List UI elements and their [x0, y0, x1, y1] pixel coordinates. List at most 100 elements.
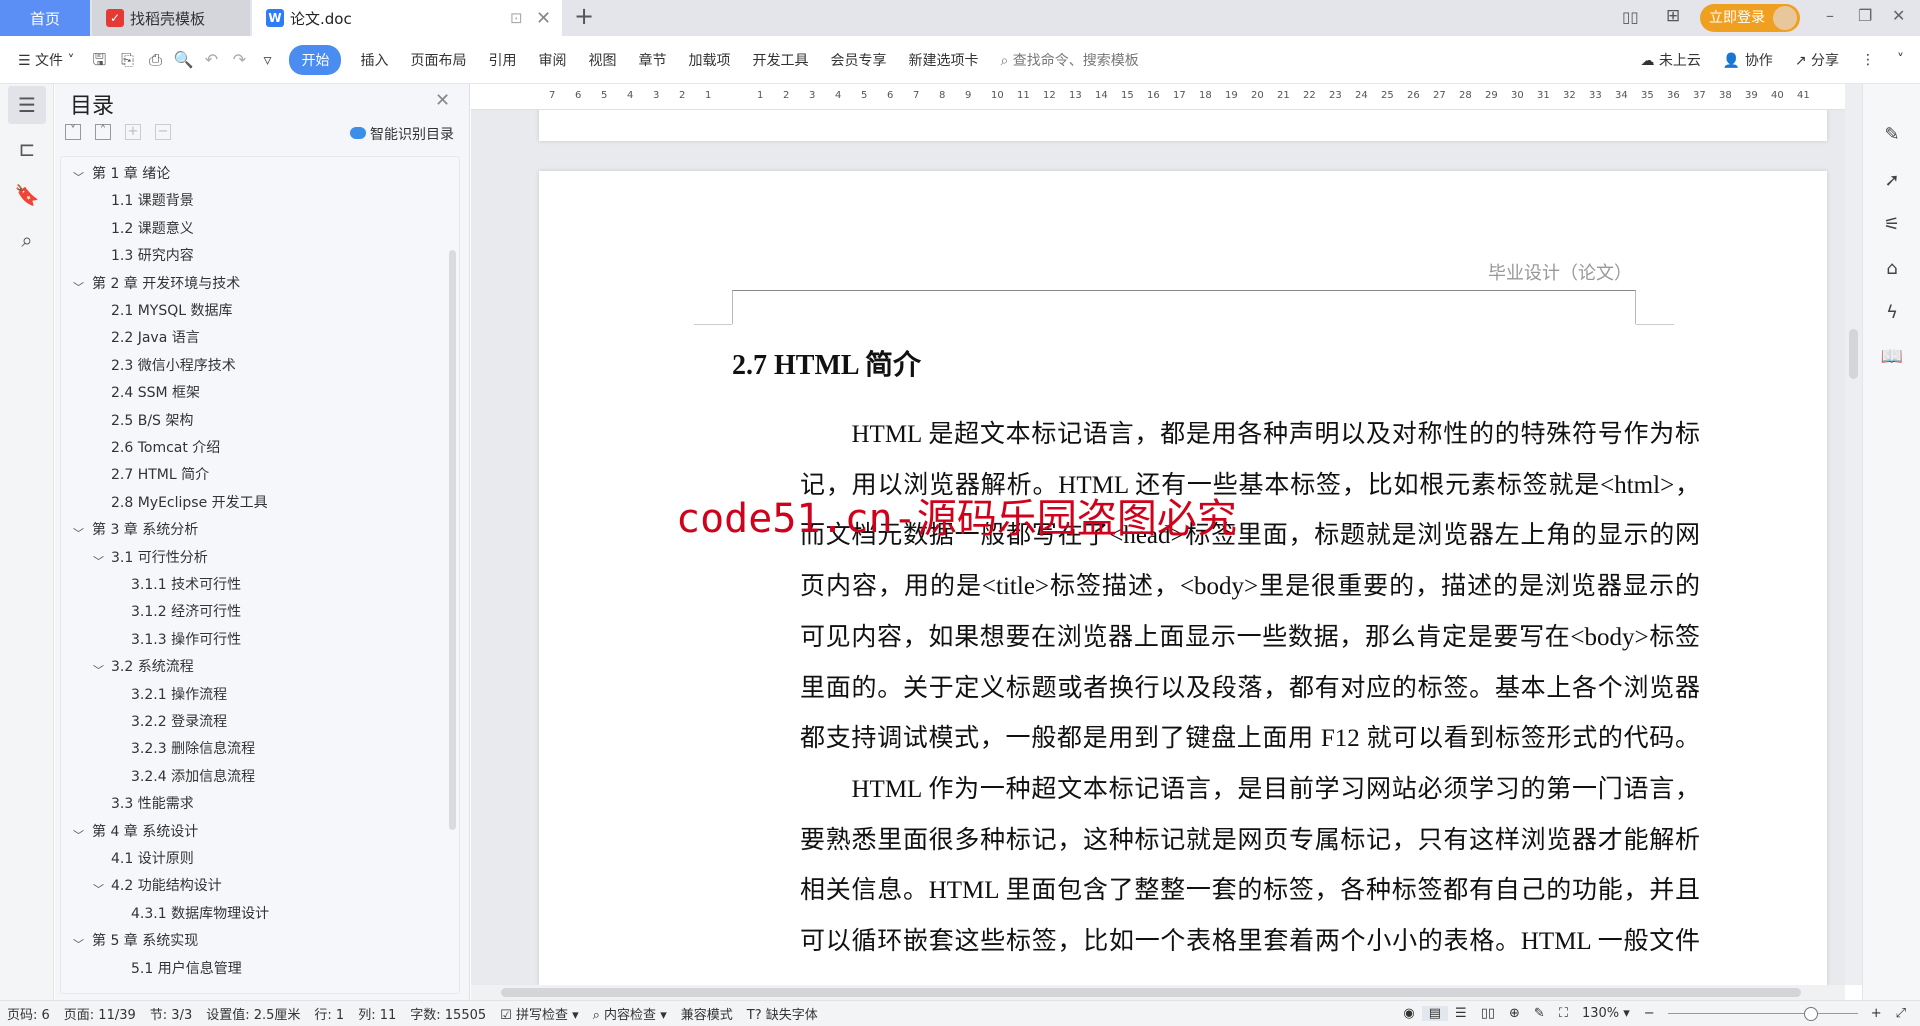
- search-icon[interactable]: ⌕: [8, 221, 46, 259]
- expand-all-icon[interactable]: ˅: [65, 124, 81, 140]
- tab-template[interactable]: ✓ 找稻壳模板: [92, 0, 250, 36]
- pen-icon[interactable]: ✎: [1880, 124, 1904, 148]
- tab-references[interactable]: 引用: [477, 50, 527, 70]
- more-icon[interactable]: ⋮: [1850, 52, 1886, 68]
- toc-item[interactable]: 3.1 可行性分析: [111, 545, 208, 572]
- print-icon[interactable]: ⎙: [145, 50, 165, 70]
- tab-insert[interactable]: 插入: [349, 50, 399, 70]
- minimize-button[interactable]: –: [1826, 6, 1834, 25]
- promote-icon[interactable]: +: [125, 124, 141, 140]
- missing-font-button[interactable]: T? 缺失字体: [740, 1004, 825, 1023]
- toc-item[interactable]: 2.8 MyEclipse 开发工具: [111, 490, 268, 517]
- redo-icon[interactable]: ↷: [229, 50, 249, 70]
- print-preview-icon[interactable]: 🔍: [173, 50, 194, 70]
- chevron-down-icon[interactable]: ﹀: [93, 553, 104, 569]
- close-window-button[interactable]: ✕: [1892, 6, 1905, 25]
- toc-item[interactable]: 2.6 Tomcat 介绍: [111, 435, 220, 462]
- tab-view[interactable]: 视图: [577, 50, 627, 70]
- eye-protection-icon[interactable]: ◉: [1396, 1006, 1421, 1021]
- write-view-icon[interactable]: ✎: [1527, 1006, 1552, 1021]
- vertical-scrollbar[interactable]: [1845, 84, 1862, 985]
- more-quick-icon[interactable]: ▿: [257, 50, 277, 70]
- reading-view-icon[interactable]: ▯▯: [1474, 1006, 1502, 1021]
- toc-item[interactable]: 第 1 章 绪论: [92, 161, 170, 188]
- save-icon[interactable]: 🖫: [89, 50, 109, 70]
- lightning-icon[interactable]: ϟ: [1880, 302, 1904, 326]
- tab-home[interactable]: 首页: [0, 0, 90, 36]
- toc-item[interactable]: 1.2 课题意义: [111, 216, 194, 243]
- toc-item[interactable]: 3.3 性能需求: [111, 791, 194, 818]
- store-icon[interactable]: ⌂: [1880, 258, 1904, 282]
- chevron-down-icon[interactable]: ﹀: [93, 662, 104, 678]
- layout-icon[interactable]: ▯▯: [1622, 8, 1639, 26]
- bookmark-icon[interactable]: 🔖: [8, 176, 46, 214]
- navigation-icon[interactable]: ⊏: [8, 130, 46, 168]
- tab-addins[interactable]: 加载项: [677, 50, 741, 70]
- tab-new-tab[interactable]: 新建选项卡: [897, 50, 989, 70]
- select-cursor-icon[interactable]: ➚: [1880, 170, 1904, 194]
- outline-view-icon[interactable]: ☰: [1448, 1006, 1474, 1021]
- collab-button[interactable]: 👤 协作: [1712, 50, 1784, 70]
- export-pdf-icon[interactable]: ⎘: [117, 50, 137, 70]
- close-panel-icon[interactable]: ✕: [435, 90, 450, 111]
- toc-item[interactable]: 第 3 章 系统分析: [92, 517, 198, 544]
- cloud-status[interactable]: ☁ 未上云: [1629, 50, 1711, 70]
- toc-item[interactable]: 2.3 微信小程序技术: [111, 353, 236, 380]
- tab-layout[interactable]: 页面布局: [399, 50, 477, 70]
- new-tab-button[interactable]: +: [574, 2, 594, 30]
- tab-chapter[interactable]: 章节: [627, 50, 677, 70]
- word-count[interactable]: 字数: 15505: [403, 1004, 493, 1023]
- chevron-down-icon[interactable]: ﹀: [73, 169, 84, 185]
- toc-item[interactable]: 第 4 章 系统设计: [92, 819, 198, 846]
- pin-icon[interactable]: ⊡: [510, 9, 523, 27]
- chevron-down-icon[interactable]: ﹀: [73, 525, 84, 541]
- toc-item[interactable]: 2.5 B/S 架构: [111, 408, 193, 435]
- toc-item[interactable]: 3.2.2 登录流程: [131, 709, 227, 736]
- content-check-button[interactable]: ⌕ 内容检查 ▾: [586, 1004, 674, 1023]
- fullscreen-icon[interactable]: ⤢: [1889, 1006, 1920, 1021]
- toc-item[interactable]: 4.1 设计原则: [111, 846, 194, 873]
- toc-item[interactable]: 1.1 课题背景: [111, 188, 194, 215]
- restore-button[interactable]: ❐: [1858, 6, 1872, 25]
- login-button[interactable]: 立即登录: [1700, 4, 1800, 32]
- zoom-out-button[interactable]: −: [1637, 1006, 1662, 1021]
- web-view-icon[interactable]: ⊕: [1502, 1006, 1527, 1021]
- toc-item[interactable]: 4.3.1 数据库物理设计: [131, 901, 269, 928]
- chevron-down-icon[interactable]: ﹀: [73, 827, 84, 843]
- chevron-down-icon[interactable]: ﹀: [73, 279, 84, 295]
- reading-search-icon[interactable]: 📖: [1880, 346, 1904, 370]
- demote-icon[interactable]: −: [155, 124, 171, 140]
- tab-start[interactable]: 开始: [289, 44, 342, 75]
- file-menu[interactable]: ☰ 文件 ˅: [0, 50, 85, 70]
- toc-item[interactable]: 2.2 Java 语言: [111, 325, 200, 352]
- document-page[interactable]: 毕业设计（论文） 2.7 HTML 简介 HTML 是超文本标记语言，都是用各种…: [539, 171, 1827, 985]
- vertical-scroll-thumb[interactable]: [1849, 329, 1858, 379]
- tab-review[interactable]: 审阅: [527, 50, 577, 70]
- zoom-slider-handle[interactable]: [1803, 1006, 1818, 1021]
- tab-document[interactable]: W 论文.doc ⊡ ✕: [252, 0, 562, 36]
- zoom-slider[interactable]: [1667, 1006, 1858, 1021]
- horizontal-scroll-thumb[interactable]: [501, 988, 1801, 997]
- toc-item[interactable]: 5.1 用户信息管理: [131, 956, 242, 983]
- zoom-level[interactable]: 130% ▾: [1575, 1006, 1637, 1021]
- toc-item[interactable]: 1.3 研究内容: [111, 243, 194, 270]
- command-search[interactable]: ⌕ 查找命令、搜索模板: [989, 50, 1149, 70]
- toc-item[interactable]: 3.2.4 添加信息流程: [131, 764, 255, 791]
- collapse-all-icon[interactable]: ˄: [95, 124, 111, 140]
- toc-item[interactable]: 2.7 HTML 简介: [111, 462, 209, 489]
- zoom-in-button[interactable]: +: [1864, 1006, 1889, 1021]
- close-tab-icon[interactable]: ✕: [536, 8, 551, 29]
- toc-item[interactable]: 2.4 SSM 框架: [111, 380, 200, 407]
- settings-sliders-icon[interactable]: ⚟: [1880, 214, 1904, 238]
- toc-item[interactable]: 3.1.3 操作可行性: [131, 627, 241, 654]
- toc-icon[interactable]: ☰: [8, 86, 46, 124]
- toc-item[interactable]: 4.2 功能结构设计: [111, 873, 222, 900]
- toc-item[interactable]: 3.2 系统流程: [111, 654, 194, 681]
- toc-item[interactable]: 3.1.1 技术可行性: [131, 572, 241, 599]
- chevron-down-icon[interactable]: ﹀: [93, 881, 104, 897]
- horizontal-scrollbar[interactable]: [471, 985, 1845, 1000]
- chevron-down-icon[interactable]: ﹀: [73, 936, 84, 952]
- toc-item[interactable]: 3.2.3 删除信息流程: [131, 736, 255, 763]
- undo-icon[interactable]: ↶: [201, 50, 221, 70]
- toc-item[interactable]: 3.2.1 操作流程: [131, 682, 227, 709]
